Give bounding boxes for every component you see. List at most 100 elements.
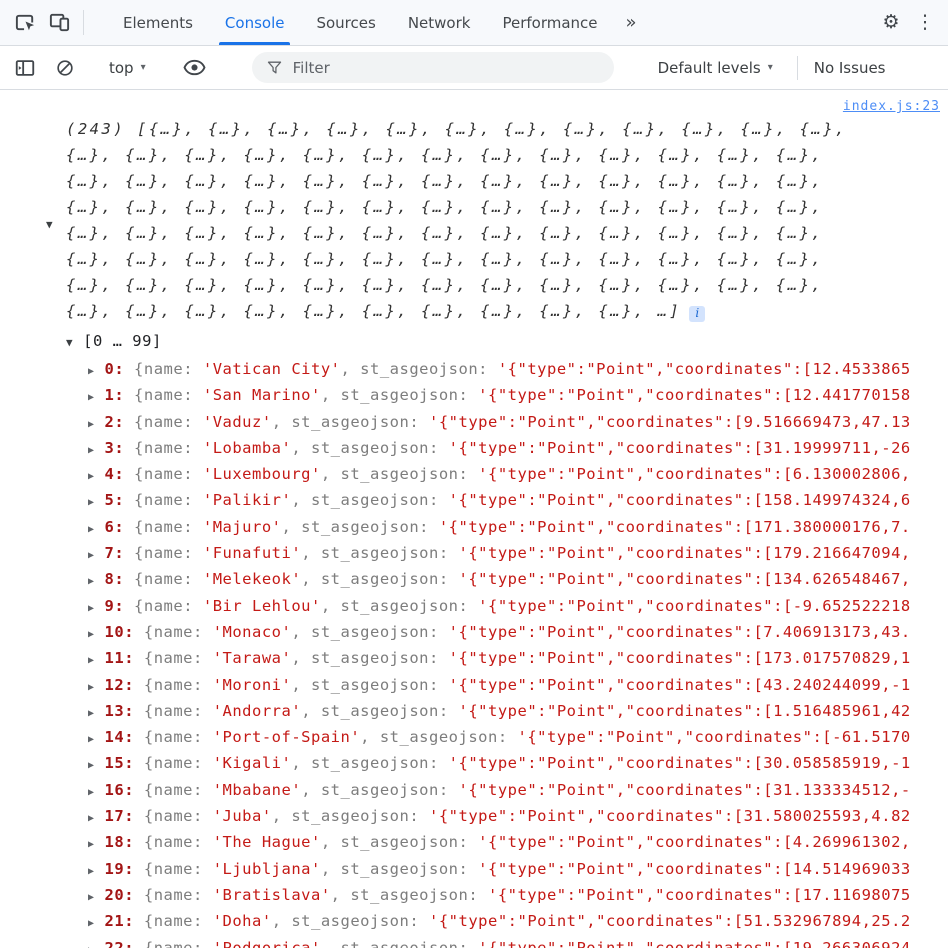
console-array-row[interactable]: ▶ 0: {name: 'Vatican City', st_asgeojson:…: [0, 356, 948, 382]
issues-status[interactable]: No Issues: [814, 59, 886, 77]
tab-elements[interactable]: Elements: [107, 0, 209, 45]
toolbar-divider: [83, 10, 84, 35]
string-value-geojson: '{"type":"Point","coordinates":[134.6265…: [458, 570, 911, 589]
console-array-row[interactable]: ▶ 22: {name: 'Podgorica', st_asgeojson: '…: [0, 935, 948, 948]
panel-tabs: Elements Console Sources Network Perform…: [107, 0, 649, 45]
object-key: , st_asgeojson:: [330, 885, 488, 904]
string-value-name: 'Andorra': [212, 701, 302, 720]
chevron-collapsed-icon[interactable]: ▶: [88, 708, 95, 719]
object-key: , st_asgeojson:: [291, 675, 449, 694]
console-filter[interactable]: [251, 52, 614, 83]
object-key: , st_asgeojson:: [291, 491, 449, 510]
chevron-collapsed-icon[interactable]: ▶: [88, 918, 95, 929]
chevron-collapsed-icon[interactable]: ▶: [88, 471, 95, 482]
chevron-collapsed-icon[interactable]: ▶: [88, 550, 95, 561]
object-key: {name:: [143, 701, 213, 720]
live-expression-button[interactable]: [178, 51, 212, 85]
string-value-geojson: '{"type":"Point","coordinates":[171.3800…: [438, 517, 911, 536]
tab-network[interactable]: Network: [392, 0, 487, 45]
object-key: , st_asgeojson:: [291, 622, 449, 641]
chevron-collapsed-icon[interactable]: ▶: [88, 892, 95, 903]
console-array-row[interactable]: ▶ 17: {name: 'Juba', st_asgeojson: '{"typ…: [0, 803, 948, 829]
chevron-collapsed-icon[interactable]: ▶: [88, 682, 95, 693]
console-array-row[interactable]: ▶ 13: {name: 'Andorra', st_asgeojson: '{"…: [0, 698, 948, 724]
more-tabs-button[interactable]: »: [614, 0, 649, 45]
inspect-element-button[interactable]: [8, 6, 42, 40]
info-icon: i: [689, 306, 706, 322]
chevron-collapsed-icon[interactable]: ▶: [88, 760, 95, 771]
console-array-row[interactable]: ▶ 5: {name: 'Palikir', st_asgeojson: '{"t…: [0, 487, 948, 513]
string-value-geojson: '{"type":"Point","coordinates":[31.13333…: [458, 780, 911, 799]
console-array-row[interactable]: ▶ 7: {name: 'Funafuti', st_asgeojson: '{"…: [0, 540, 948, 566]
object-key: {name:: [134, 491, 203, 510]
console-array-row[interactable]: ▶ 16: {name: 'Mbabane', st_asgeojson: '{"…: [0, 777, 948, 803]
console-array-row[interactable]: ▶ 12: {name: 'Moroni', st_asgeojson: '{"t…: [0, 672, 948, 698]
log-levels-selector[interactable]: Default levels ▾: [652, 55, 779, 81]
chevron-collapsed-icon[interactable]: ▶: [88, 787, 95, 798]
console-array-row[interactable]: ▶ 15: {name: 'Kigali', st_asgeojson: '{"t…: [0, 750, 948, 776]
array-range-row[interactable]: ▼ [0 … 99]: [0, 328, 948, 356]
chevron-collapsed-icon[interactable]: ▶: [88, 603, 95, 614]
javascript-context-selector[interactable]: top ▾: [103, 55, 152, 81]
object-key: {name:: [143, 807, 213, 826]
chevron-collapsed-icon[interactable]: ▶: [88, 655, 95, 666]
console-array-row[interactable]: ▶ 19: {name: 'Ljubljana', st_asgeojson: '…: [0, 856, 948, 882]
devtools-menu-button[interactable]: ⋮: [908, 6, 942, 40]
console-array-row[interactable]: ▶ 10: {name: 'Monaco', st_asgeojson: '{"t…: [0, 619, 948, 645]
chevron-collapsed-icon[interactable]: ▶: [88, 866, 95, 877]
array-preview-text[interactable]: (243) [{…}, {…}, {…}, {…}, {…}, {…}, {…}…: [66, 120, 847, 320]
string-value-name: 'Ljubljana': [212, 859, 321, 878]
chevron-expanded-icon[interactable]: ▼: [66, 336, 73, 349]
console-array-row[interactable]: ▶ 14: {name: 'Port-of-Spain', st_asgeojso…: [0, 724, 948, 750]
object-key: , st_asgeojson:: [271, 807, 429, 826]
object-key: , st_asgeojson:: [281, 517, 439, 536]
console-sidebar-toggle[interactable]: [8, 51, 42, 85]
array-index: 18:: [104, 833, 144, 852]
tab-performance[interactable]: Performance: [486, 0, 613, 45]
chevron-collapsed-icon[interactable]: ▶: [88, 445, 95, 456]
console-array-row[interactable]: ▶ 18: {name: 'The Hague', st_asgeojson: '…: [0, 829, 948, 855]
settings-button[interactable]: ⚙: [874, 6, 908, 40]
device-toolbar-button[interactable]: [42, 6, 76, 40]
chevron-collapsed-icon[interactable]: ▶: [88, 366, 95, 377]
console-array-row[interactable]: ▶ 2: {name: 'Vaduz', st_asgeojson: '{"typ…: [0, 409, 948, 435]
source-location-link[interactable]: index.js:23: [843, 99, 940, 114]
object-key: {name:: [143, 938, 213, 948]
console-array-row[interactable]: ▶ 3: {name: 'Lobamba', st_asgeojson: '{"t…: [0, 435, 948, 461]
array-index: 6:: [104, 517, 135, 536]
array-index: 17:: [104, 807, 144, 826]
string-value-geojson: '{"type":"Point","coordinates":[43.24024…: [448, 675, 911, 694]
console-array-row[interactable]: ▶ 4: {name: 'Luxembourg', st_asgeojson: '…: [0, 461, 948, 487]
string-value-name: 'Port-of-Spain': [212, 728, 361, 747]
object-key: {name:: [143, 885, 213, 904]
console-array-row[interactable]: ▶ 8: {name: 'Melekeok', st_asgeojson: '{"…: [0, 566, 948, 592]
console-array-row[interactable]: ▶ 1: {name: 'San Marino', st_asgeojson: '…: [0, 382, 948, 408]
object-key: , st_asgeojson:: [320, 465, 479, 484]
tab-console[interactable]: Console: [209, 0, 301, 45]
chevron-collapsed-icon[interactable]: ▶: [88, 734, 95, 745]
chevron-collapsed-icon[interactable]: ▶: [88, 576, 95, 587]
chevron-collapsed-icon[interactable]: ▶: [88, 419, 95, 430]
filter-input[interactable]: [292, 58, 573, 77]
chevron-collapsed-icon[interactable]: ▶: [88, 839, 95, 850]
caret-down-icon: ▾: [767, 62, 773, 73]
tab-sources[interactable]: Sources: [300, 0, 391, 45]
chevron-collapsed-icon[interactable]: ▶: [88, 524, 95, 535]
console-array-row[interactable]: ▶ 20: {name: 'Bratislava', st_asgeojson: …: [0, 882, 948, 908]
array-index: 1:: [104, 386, 135, 405]
console-array-row[interactable]: ▶ 9: {name: 'Bir Lehlou', st_asgeojson: '…: [0, 593, 948, 619]
chevron-collapsed-icon[interactable]: ▶: [88, 392, 95, 403]
array-index: 3:: [104, 438, 135, 457]
console-array-row[interactable]: ▶ 6: {name: 'Majuro', st_asgeojson: '{"ty…: [0, 514, 948, 540]
clear-console-button[interactable]: [48, 51, 82, 85]
console-array-row[interactable]: ▶ 21: {name: 'Doha', st_asgeojson: '{"typ…: [0, 908, 948, 934]
array-expander-icon[interactable]: ▼: [46, 218, 53, 231]
chevron-collapsed-icon[interactable]: ▶: [88, 629, 95, 640]
chevron-collapsed-icon[interactable]: ▶: [88, 813, 95, 824]
string-value-name: 'Melekeok': [202, 570, 302, 589]
string-value-geojson: '{"type":"Point","coordinates":[31.58002…: [429, 807, 911, 826]
console-array-row[interactable]: ▶ 11: {name: 'Tarawa', st_asgeojson: '{"t…: [0, 645, 948, 671]
string-value-name: 'Moroni': [212, 675, 292, 694]
chevron-collapsed-icon[interactable]: ▶: [88, 945, 95, 948]
chevron-collapsed-icon[interactable]: ▶: [88, 497, 95, 508]
